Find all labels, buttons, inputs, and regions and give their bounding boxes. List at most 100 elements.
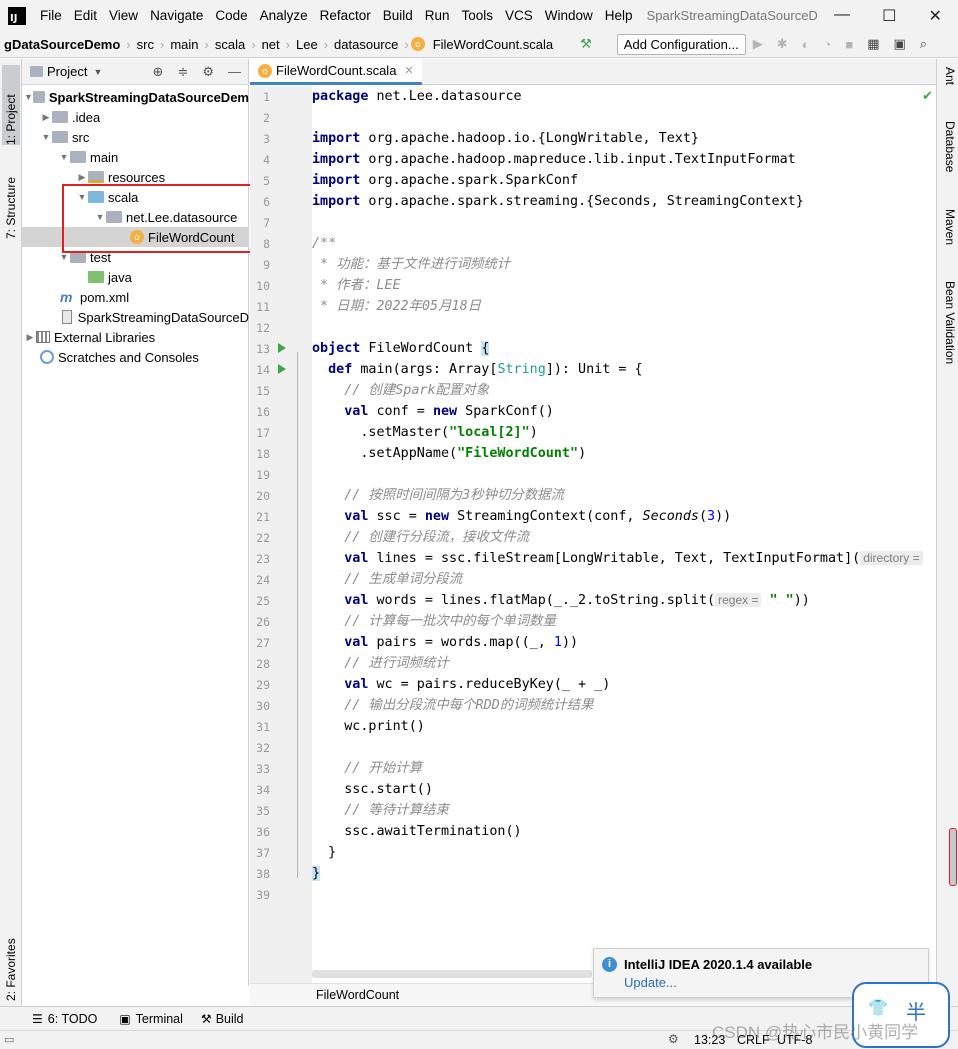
menu-help[interactable]: Help (599, 8, 639, 23)
project-tool-tab[interactable]: 1: Project (2, 65, 20, 145)
tree-item-project-root[interactable]: ▼ SparkStreamingDataSourceDem (22, 87, 249, 107)
status-toggle-icon[interactable]: ▭ (4, 1033, 14, 1046)
line-number: 28 (256, 657, 270, 671)
menu-window[interactable]: Window (539, 8, 599, 23)
breadcrumb-project[interactable]: gDataSourceDemo (0, 37, 124, 52)
gear-icon[interactable]: ⚙ (195, 64, 221, 80)
tree-item-java[interactable]: java (22, 267, 249, 287)
maven-tool-tab[interactable]: Maven (939, 209, 957, 245)
tree-item-idea[interactable]: ▶ .idea (22, 107, 249, 127)
vertical-scrollbar[interactable] (949, 828, 957, 886)
search-icon[interactable]: ⌕ (913, 36, 934, 52)
line-number: 17 (256, 426, 270, 440)
menu-tools[interactable]: Tools (456, 8, 500, 23)
profile-icon[interactable]: ◔ (816, 37, 838, 52)
breadcrumb-net[interactable]: net (258, 37, 284, 52)
editor-tab-filewordcount[interactable]: o FileWordCount.scala ✕ (250, 59, 422, 85)
tree-item-pom[interactable]: m pom.xml (22, 287, 249, 307)
tree-item-external-libraries[interactable]: ▶ External Libraries (22, 327, 249, 347)
expand-arrow-icon[interactable]: ▼ (24, 92, 33, 102)
stop-icon[interactable]: ■ (838, 37, 860, 52)
menu-edit[interactable]: Edit (68, 8, 103, 23)
update-link[interactable]: Update... (624, 975, 677, 990)
scala-object-icon: o (410, 37, 425, 51)
inspection-ok-icon[interactable]: ✔ (922, 88, 933, 104)
menu-file[interactable]: File (34, 8, 68, 23)
menu-code[interactable]: Code (209, 8, 253, 23)
chevron-down-icon[interactable]: ▼ (93, 67, 102, 77)
code-line-5: import org.apache.spark.SparkConf (312, 173, 579, 188)
line-number: 7 (263, 216, 270, 230)
code-line-36: ssc.awaitTermination() (312, 824, 522, 839)
code-line-20: // 按照时间间隔为3秒钟切分数据流 (312, 488, 564, 503)
close-button[interactable]: ✕ (929, 6, 942, 26)
tree-item-iml[interactable]: SparkStreamingDataSourceD (22, 307, 249, 327)
project-view-selector[interactable]: Project (47, 64, 87, 79)
structure-tool-tab[interactable]: 7: Structure (2, 151, 20, 239)
debug-icon[interactable]: ✱ (770, 36, 795, 52)
menu-refactor[interactable]: Refactor (314, 8, 377, 23)
favorites-tool-tab[interactable]: 2: Favorites (2, 915, 20, 1001)
minimize-button[interactable]: — (834, 6, 850, 26)
breadcrumb-scala[interactable]: scala (211, 37, 249, 52)
footer-breadcrumb[interactable]: FileWordCount (316, 988, 399, 1002)
hide-panel-icon[interactable]: — (221, 64, 248, 79)
database-tool-tab[interactable]: Database (939, 121, 957, 172)
line-number: 39 (256, 888, 270, 902)
tree-item-main[interactable]: ▼ main (22, 147, 249, 167)
folder-icon (32, 91, 45, 103)
code-line-30: // 输出分段流中每个RDD的词频统计结果 (312, 698, 594, 713)
close-tab-icon[interactable]: ✕ (404, 64, 413, 77)
collapse-all-icon[interactable]: ≑ (170, 64, 195, 80)
maximize-button[interactable]: ☐ (882, 6, 896, 26)
bean-validation-tool-tab[interactable]: Bean Validation (939, 281, 957, 364)
coverage-icon[interactable]: ◐ (795, 37, 817, 52)
navigation-bar: gDataSourceDemo › src › main › scala › n… (0, 31, 958, 58)
terminal-tab[interactable]: Terminal (136, 1012, 183, 1026)
run-icon[interactable]: ▶ (746, 36, 770, 52)
scala-object-icon: o (258, 63, 272, 78)
menu-analyze[interactable]: Analyze (254, 8, 314, 23)
project-structure-icon[interactable]: ▦ (860, 36, 886, 52)
menu-view[interactable]: View (103, 8, 144, 23)
breadcrumb-lee[interactable]: Lee (292, 37, 322, 52)
collapse-arrow-icon[interactable]: ▶ (76, 172, 88, 183)
expand-arrow-icon[interactable]: ▼ (58, 252, 70, 262)
run-object-icon[interactable] (278, 343, 286, 353)
expand-arrow-icon[interactable]: ▼ (58, 152, 70, 162)
code-editor[interactable]: package net.Lee.datasource import org.ap… (312, 86, 936, 986)
tree-item-label: main (90, 149, 119, 165)
tree-item-scratches[interactable]: Scratches and Consoles (22, 347, 249, 367)
intellij-logo-icon[interactable]: IJ (8, 6, 26, 25)
menu-build[interactable]: Build (377, 8, 419, 23)
expand-arrow-icon[interactable]: ▼ (40, 132, 52, 142)
resources-folder-icon (88, 171, 104, 183)
breadcrumb-src[interactable]: src (133, 37, 158, 52)
line-number: 14 (256, 363, 270, 377)
menu-navigate[interactable]: Navigate (144, 8, 209, 23)
ant-tool-tab[interactable]: Ant (939, 67, 957, 85)
collapse-arrow-icon[interactable]: ▶ (40, 112, 52, 123)
build-hammer-icon[interactable]: ⚒ (573, 36, 599, 52)
menu-vcs[interactable]: VCS (499, 8, 539, 23)
locate-file-icon[interactable]: ⊕ (146, 64, 171, 80)
tree-item-src[interactable]: ▼ src (22, 127, 249, 147)
line-number: 19 (256, 468, 270, 482)
build-tab[interactable]: Build (216, 1012, 244, 1026)
info-icon: i (602, 957, 617, 972)
breadcrumb-main[interactable]: main (166, 37, 202, 52)
breadcrumb-file[interactable]: FileWordCount.scala (429, 37, 557, 52)
terminal-window-icon[interactable]: ▣ (886, 36, 912, 52)
menu-run[interactable]: Run (419, 8, 456, 23)
code-line-14: def main(args: Array[String]): Unit = { (328, 362, 643, 377)
todo-tab[interactable]: 6: TODO (48, 1012, 98, 1026)
run-main-icon[interactable] (278, 364, 286, 374)
indexing-icon[interactable]: ⚙ (668, 1032, 679, 1046)
collapse-arrow-icon[interactable]: ▶ (24, 332, 36, 343)
maven-icon: m (60, 289, 73, 305)
breadcrumb-datasource[interactable]: datasource (330, 37, 402, 52)
code-line-38: } (312, 866, 321, 881)
horizontal-scrollbar[interactable] (312, 970, 592, 978)
add-configuration-button[interactable]: Add Configuration... (616, 33, 746, 55)
line-number: 31 (256, 720, 270, 734)
